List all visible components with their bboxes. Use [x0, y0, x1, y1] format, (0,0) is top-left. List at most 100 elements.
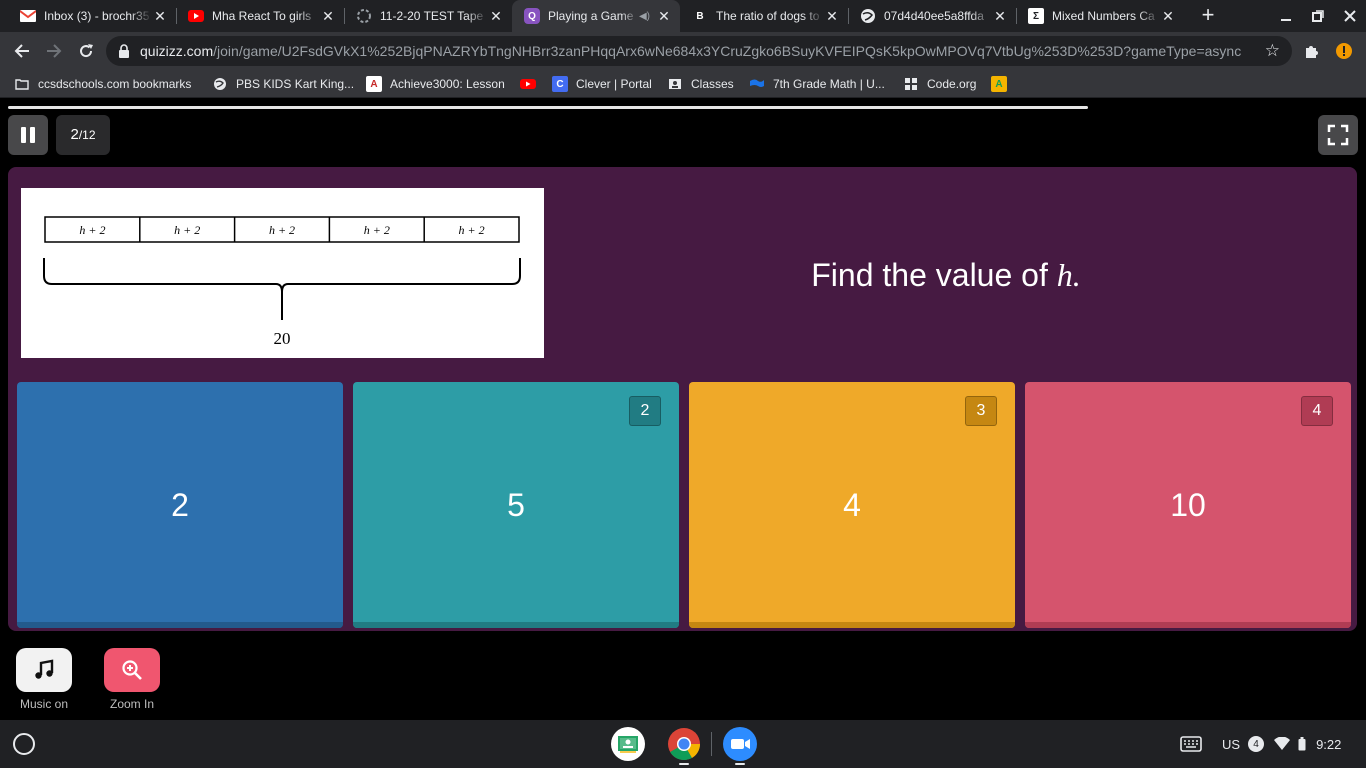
tab-mixed-numbers[interactable]: Σ Mixed Numbers Ca ✕: [1016, 0, 1184, 32]
pause-button[interactable]: [8, 115, 48, 155]
system-tray[interactable]: US 4 9:22: [1222, 730, 1341, 758]
tab-close-icon[interactable]: ✕: [824, 8, 840, 25]
bookmark-7th-grade-math[interactable]: 7th Grade Math | U...: [749, 75, 885, 93]
tab-title: Mixed Numbers Ca: [1052, 9, 1155, 23]
launcher-icon[interactable]: [13, 733, 35, 755]
pause-icon: [21, 127, 26, 143]
question-text: Find the value of h.: [556, 257, 1336, 294]
music-label: Music on: [19, 697, 69, 711]
bookmark-label: Clever | Portal: [576, 77, 652, 91]
zoom-app-icon[interactable]: [723, 727, 757, 761]
tab-close-icon[interactable]: ✕: [320, 8, 336, 25]
tab-test-tape[interactable]: 11-2-20 TEST Tape ✕: [344, 0, 512, 32]
globe-icon: [860, 8, 876, 24]
tab-title: 07d4d40ee5a8ffda: [884, 9, 984, 23]
option-number-badge: 3: [965, 396, 997, 426]
restore-icon[interactable]: [1302, 0, 1334, 32]
option-shadow: [17, 622, 343, 628]
speaker-icon[interactable]: ◀): [639, 11, 650, 22]
answer-option-4[interactable]: 4 10: [1025, 382, 1351, 628]
tab-close-icon[interactable]: ✕: [1160, 8, 1176, 25]
pause-icon: [30, 127, 35, 143]
codeorg-icon: [903, 76, 919, 92]
url-domain: quizizz.com: [140, 43, 214, 59]
question-image: h + 2 h + 2 h + 2 h + 2 h + 2 20: [21, 188, 544, 358]
battery-icon: [1298, 737, 1306, 751]
wifi-icon: [1274, 737, 1291, 750]
tab-quizizz-active[interactable]: Q Playing a Game ◀) ✕: [512, 0, 680, 32]
update-icon[interactable]: [1330, 37, 1358, 65]
bookmark-star-icon[interactable]: ☆: [1265, 41, 1280, 61]
brainly-icon: B: [696, 10, 704, 22]
bookmark-code-org[interactable]: Code.org: [903, 75, 976, 93]
classroom-app-icon[interactable]: [611, 727, 645, 761]
fullscreen-button[interactable]: [1318, 115, 1358, 155]
option-number-badge: 2: [629, 396, 661, 426]
minimize-icon[interactable]: [1270, 0, 1302, 32]
youtube-icon: [520, 76, 536, 92]
bookmark-label: ccsdschools.com bookmarks: [38, 77, 192, 91]
tab-close-icon[interactable]: ✕: [656, 8, 672, 25]
tab-gmail[interactable]: Inbox (3) - brochr35 ✕: [8, 0, 176, 32]
new-tab-button[interactable]: +: [1196, 4, 1220, 28]
question-card: h + 2 h + 2 h + 2 h + 2 h + 2 20 Find the va…: [8, 167, 1357, 631]
option-shadow: [1025, 622, 1351, 628]
back-icon[interactable]: [8, 37, 36, 65]
app-icon: A: [991, 76, 1007, 92]
locale-label: US: [1222, 736, 1241, 752]
tape-segment-label: h + 2: [364, 223, 390, 237]
tab-close-icon[interactable]: ✕: [488, 8, 504, 25]
bookmark-classes[interactable]: Classes: [667, 75, 734, 93]
bookmark-app[interactable]: A: [991, 75, 1015, 93]
tape-segment-label: h + 2: [269, 223, 295, 237]
keyboard-icon[interactable]: [1180, 730, 1202, 758]
question-variable: h.: [1056, 257, 1081, 293]
tape-diagram: h + 2 h + 2 h + 2 h + 2 h + 2 20: [43, 216, 521, 348]
music-note-icon: [35, 659, 54, 679]
fullscreen-icon: [1327, 124, 1349, 146]
answer-option-3[interactable]: 3 4: [689, 382, 1015, 628]
tab-title: Playing a Game: [548, 9, 634, 23]
music-toggle-button[interactable]: [16, 648, 72, 692]
tape-segment-label: h + 2: [459, 223, 485, 237]
question-prompt: Find the value of: [811, 257, 1057, 293]
sigma-icon: Σ: [1028, 8, 1044, 24]
close-window-icon[interactable]: [1334, 0, 1366, 32]
bookmark-label: Code.org: [927, 77, 977, 91]
forward-icon[interactable]: [40, 37, 68, 65]
browser-toolbar: quizizz.com/join/game/U2FsdGVkX1%252BjqP…: [0, 32, 1366, 70]
bookmark-label: Classes: [691, 77, 734, 91]
running-indicator: [679, 763, 689, 765]
tab-youtube[interactable]: Mha React To girls ✕: [176, 0, 344, 32]
tab-title: 11-2-20 TEST Tape: [380, 9, 484, 23]
bookmark-achieve3000[interactable]: A Achieve3000: Lesson: [366, 75, 505, 93]
extensions-icon[interactable]: [1298, 37, 1326, 65]
zoom-in-button[interactable]: [104, 648, 160, 692]
bookmark-folder[interactable]: ccsdschools.com bookmarks: [14, 75, 191, 93]
tab-close-icon[interactable]: ✕: [152, 8, 168, 25]
lock-icon[interactable]: [118, 44, 130, 58]
answer-option-2[interactable]: 2 5: [353, 382, 679, 628]
tab-hash[interactable]: 07d4d40ee5a8ffda ✕: [848, 0, 1016, 32]
answer-value: 5: [507, 486, 525, 523]
clever-icon: C: [552, 76, 568, 92]
zoom-in-icon: [122, 660, 142, 680]
tab-close-icon[interactable]: ✕: [992, 8, 1008, 25]
bookmark-clever[interactable]: C Clever | Portal: [552, 75, 652, 93]
tab-title: The ratio of dogs to: [716, 9, 820, 23]
tab-brainly[interactable]: B The ratio of dogs to ✕: [680, 0, 848, 32]
bookmark-label: 7th Grade Math | U...: [773, 77, 885, 91]
question-current: 2: [70, 126, 79, 143]
address-bar[interactable]: quizizz.com/join/game/U2FsdGVkX1%252BjqP…: [106, 36, 1292, 66]
gmail-icon: [20, 8, 36, 24]
folder-icon: [14, 76, 30, 92]
chrome-app-icon[interactable]: [667, 727, 701, 761]
reload-icon[interactable]: [72, 37, 100, 65]
bookmark-label: PBS KIDS Kart King...: [236, 77, 355, 91]
bookmark-youtube[interactable]: [520, 75, 544, 93]
question-counter: 2/12: [56, 115, 110, 155]
quizizz-icon: Q: [524, 8, 540, 24]
os-shelf: US 4 9:22: [0, 720, 1366, 768]
bookmark-pbs-kids[interactable]: PBS KIDS Kart King...: [212, 75, 354, 93]
answer-option-1[interactable]: 2: [17, 382, 343, 628]
